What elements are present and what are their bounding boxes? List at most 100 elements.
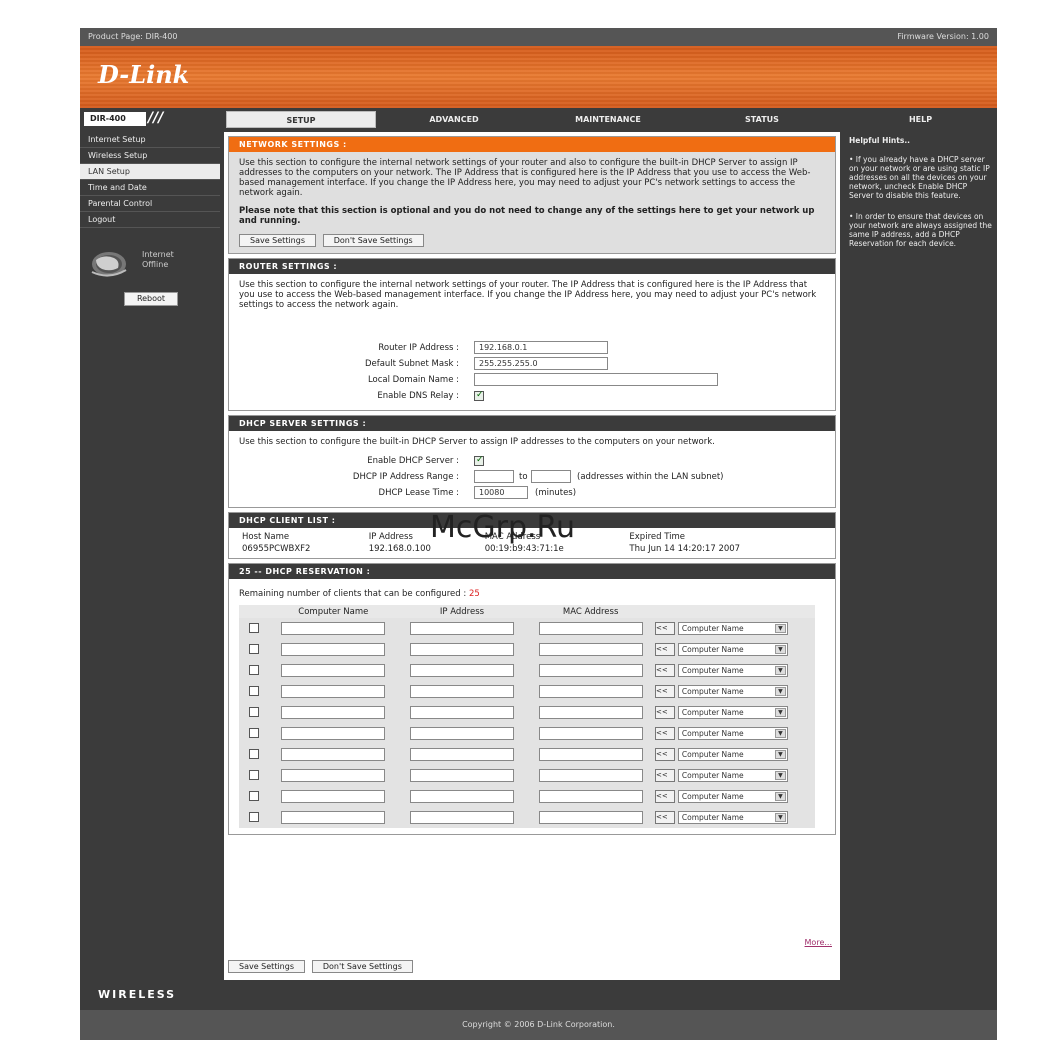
save-settings-button-bottom[interactable]: Save Settings bbox=[228, 960, 305, 973]
copy-arrow-button[interactable]: << bbox=[655, 727, 675, 740]
reservation-ip-input[interactable] bbox=[409, 769, 514, 782]
network-settings-note: Please note that this section is optiona… bbox=[239, 206, 815, 226]
bottom-buttons: Save Settings Don't Save Settings bbox=[228, 960, 417, 973]
wireless-label: WIRELESS bbox=[98, 988, 177, 1001]
reservation-enable-checkbox[interactable] bbox=[249, 770, 259, 781]
reservation-ip-input[interactable] bbox=[409, 685, 514, 698]
reservation-computer-name-input[interactable] bbox=[281, 769, 386, 782]
save-settings-button-top[interactable]: Save Settings bbox=[239, 234, 316, 247]
reservation-mac-input[interactable] bbox=[538, 748, 643, 761]
enable-dhcp-checkbox[interactable] bbox=[474, 455, 484, 466]
computer-name-select[interactable]: Computer Name ▼ bbox=[677, 643, 788, 656]
sidebar-item-internet-setup[interactable]: Internet Setup bbox=[80, 132, 220, 148]
reservation-enable-checkbox[interactable] bbox=[249, 707, 259, 718]
dont-save-settings-button-top[interactable]: Don't Save Settings bbox=[322, 234, 424, 247]
local-domain-input[interactable] bbox=[474, 373, 718, 386]
sidebar-item-logout[interactable]: Logout bbox=[80, 212, 220, 228]
reservation-enable-checkbox[interactable] bbox=[249, 644, 259, 655]
reservation-enable-checkbox[interactable] bbox=[249, 812, 259, 823]
dns-relay-checkbox[interactable] bbox=[474, 390, 484, 401]
copy-arrow-button[interactable]: << bbox=[655, 790, 675, 803]
reservation-enable-checkbox[interactable] bbox=[249, 623, 259, 634]
reservation-enable-checkbox[interactable] bbox=[249, 728, 259, 739]
reservation-ip-input[interactable] bbox=[409, 811, 514, 824]
reservation-ip-input[interactable] bbox=[409, 706, 514, 719]
reservation-mac-input[interactable] bbox=[538, 643, 643, 656]
computer-name-select[interactable]: Computer Name ▼ bbox=[677, 685, 788, 698]
reservation-mac-input[interactable] bbox=[538, 811, 643, 824]
reservation-computer-name-input[interactable] bbox=[281, 622, 386, 635]
computer-name-select[interactable]: Computer Name ▼ bbox=[677, 664, 788, 677]
reservation-mac-input[interactable] bbox=[538, 706, 643, 719]
reservation-ip-input[interactable] bbox=[409, 664, 514, 677]
dhcp-range-start-input[interactable] bbox=[474, 470, 514, 483]
copy-arrow-button[interactable]: << bbox=[655, 664, 675, 677]
tab-help[interactable]: HELP bbox=[844, 111, 997, 128]
reservation-mac-input[interactable] bbox=[538, 769, 643, 782]
copy-arrow-button[interactable]: << bbox=[655, 811, 675, 824]
reservation-mac-input[interactable] bbox=[538, 727, 643, 740]
table-row: << Computer Name ▼ bbox=[239, 765, 815, 786]
copy-arrow-button[interactable]: << bbox=[655, 643, 675, 656]
copy-arrow-button[interactable]: << bbox=[655, 748, 675, 761]
reservation-mac-input[interactable] bbox=[538, 685, 643, 698]
reservation-mac-input[interactable] bbox=[538, 790, 643, 803]
reservation-computer-name-input[interactable] bbox=[281, 664, 386, 677]
computer-name-select[interactable]: Computer Name ▼ bbox=[677, 727, 788, 740]
network-settings-title: NETWORK SETTINGS : bbox=[229, 137, 835, 152]
product-page-label: Product Page: DIR-400 bbox=[88, 32, 178, 41]
computer-name-select-value: Computer Name bbox=[681, 750, 744, 759]
computer-name-select-value: Computer Name bbox=[681, 813, 744, 822]
help-hint-reservation: • In order to ensure that devices on you… bbox=[849, 212, 992, 248]
help-hint-dhcp: • If you already have a DHCP server on y… bbox=[849, 155, 990, 200]
reservation-computer-name-input[interactable] bbox=[281, 727, 386, 740]
model-slash-decoration: /// bbox=[148, 110, 164, 126]
sidebar-item-parental-control[interactable]: Parental Control bbox=[80, 196, 220, 212]
dont-save-settings-button-bottom[interactable]: Don't Save Settings bbox=[311, 960, 413, 973]
reservation-computer-name-input[interactable] bbox=[281, 811, 386, 824]
reservation-computer-name-input[interactable] bbox=[281, 706, 386, 719]
network-settings-description: Use this section to configure the intern… bbox=[239, 158, 811, 198]
copy-arrow-button[interactable]: << bbox=[655, 706, 675, 719]
copy-arrow-button[interactable]: << bbox=[655, 685, 675, 698]
reservation-enable-checkbox[interactable] bbox=[249, 749, 259, 760]
tab-status[interactable]: STATUS bbox=[686, 111, 838, 128]
reservation-enable-checkbox[interactable] bbox=[249, 665, 259, 676]
reservation-computer-name-input[interactable] bbox=[281, 643, 386, 656]
reservation-computer-name-input[interactable] bbox=[281, 748, 386, 761]
remaining-clients-count: 25 bbox=[468, 589, 480, 599]
dhcp-range-end-input[interactable] bbox=[531, 470, 571, 483]
reservation-mac-input[interactable] bbox=[538, 664, 643, 677]
tab-maintenance[interactable]: MAINTENANCE bbox=[532, 111, 684, 128]
copy-arrow-button[interactable]: << bbox=[655, 622, 675, 635]
sidebar-item-lan-setup[interactable]: LAN Setup bbox=[80, 164, 220, 180]
reboot-button[interactable]: Reboot bbox=[124, 292, 178, 306]
computer-name-select[interactable]: Computer Name ▼ bbox=[677, 811, 788, 824]
reservation-enable-checkbox[interactable] bbox=[249, 791, 259, 802]
tab-advanced[interactable]: ADVANCED bbox=[378, 111, 530, 128]
reservation-ip-input[interactable] bbox=[409, 643, 514, 656]
computer-name-select[interactable]: Computer Name ▼ bbox=[677, 622, 788, 635]
subnet-mask-input[interactable]: 255.255.255.0 bbox=[474, 357, 608, 370]
reservation-computer-name-input[interactable] bbox=[281, 685, 386, 698]
tab-setup[interactable]: SETUP bbox=[226, 111, 376, 128]
computer-name-select[interactable]: Computer Name ▼ bbox=[677, 769, 788, 782]
more-link[interactable]: More... bbox=[805, 938, 832, 947]
reservation-mac-input[interactable] bbox=[538, 622, 643, 635]
computer-name-select[interactable]: Computer Name ▼ bbox=[677, 790, 788, 803]
reservation-ip-input[interactable] bbox=[409, 622, 514, 635]
sidebar-item-time-and-date[interactable]: Time and Date bbox=[80, 180, 220, 196]
lease-time-input[interactable]: 10080 bbox=[474, 486, 528, 499]
reservation-ip-input[interactable] bbox=[409, 727, 514, 740]
router-ip-input[interactable]: 192.168.0.1 bbox=[474, 341, 608, 354]
reservation-ip-input[interactable] bbox=[409, 748, 514, 761]
computer-name-select[interactable]: Computer Name ▼ bbox=[677, 706, 788, 719]
table-row: << Computer Name ▼ bbox=[239, 807, 815, 828]
reservation-ip-input[interactable] bbox=[409, 790, 514, 803]
client-col-host: Host Name bbox=[242, 532, 290, 542]
copy-arrow-button[interactable]: << bbox=[655, 769, 675, 782]
computer-name-select[interactable]: Computer Name ▼ bbox=[677, 748, 788, 761]
reservation-enable-checkbox[interactable] bbox=[249, 686, 259, 697]
reservation-computer-name-input[interactable] bbox=[281, 790, 386, 803]
sidebar-item-wireless-setup[interactable]: Wireless Setup bbox=[80, 148, 220, 164]
